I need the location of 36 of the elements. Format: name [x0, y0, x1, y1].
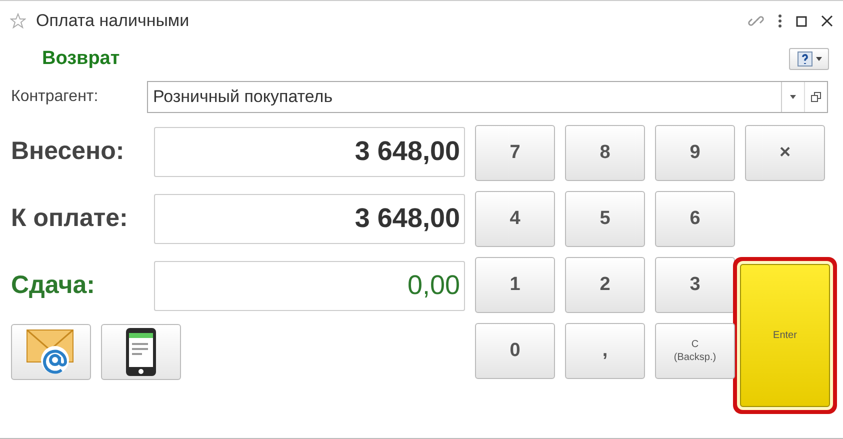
- help-button[interactable]: [789, 48, 829, 70]
- keypad-key[interactable]: 9: [655, 125, 735, 181]
- keypad-key[interactable]: 2: [565, 257, 645, 313]
- keypad-key[interactable]: ,: [565, 323, 645, 379]
- keypad-key[interactable]: 8: [565, 125, 645, 181]
- keypad-key[interactable]: ×: [745, 125, 825, 181]
- email-button[interactable]: [11, 324, 91, 380]
- link-icon[interactable]: [748, 13, 764, 29]
- keypad-key[interactable]: 0: [475, 323, 555, 379]
- close-icon[interactable]: [821, 15, 833, 27]
- counterparty-field[interactable]: Розничный покупатель: [147, 81, 828, 113]
- keypad-key[interactable]: 1: [475, 257, 555, 313]
- operation-title: Возврат: [42, 48, 120, 70]
- keypad-key[interactable]: 6: [655, 191, 735, 247]
- star-icon[interactable]: [10, 13, 26, 29]
- amount-field[interactable]: 3 648,00: [154, 126, 465, 176]
- amount-field[interactable]: 0,00: [154, 260, 465, 310]
- open-icon[interactable]: [811, 92, 821, 102]
- amount-label: К оплате:: [11, 204, 129, 233]
- amount-label: Сдача:: [11, 271, 96, 300]
- keypad-key[interactable]: 7: [475, 125, 555, 181]
- phone-icon: [125, 327, 157, 377]
- dropdown-icon[interactable]: [790, 95, 796, 99]
- backspace-key[interactable]: C (Backsp.): [655, 323, 735, 379]
- field-label: Контрагент:: [11, 88, 100, 106]
- phone-button[interactable]: [101, 324, 181, 380]
- more-icon[interactable]: [778, 14, 782, 28]
- caret-icon: [816, 57, 822, 61]
- keypad-key[interactable]: 4: [475, 191, 555, 247]
- window-title: Оплата наличными: [36, 11, 190, 31]
- keypad-key[interactable]: 3: [655, 257, 735, 313]
- help-icon: [796, 51, 812, 67]
- keypad-key[interactable]: 5: [565, 191, 645, 247]
- amount-label: Внесено:: [11, 137, 126, 166]
- amount-field[interactable]: 3 648,00: [154, 194, 465, 244]
- maximize-icon[interactable]: [796, 16, 807, 26]
